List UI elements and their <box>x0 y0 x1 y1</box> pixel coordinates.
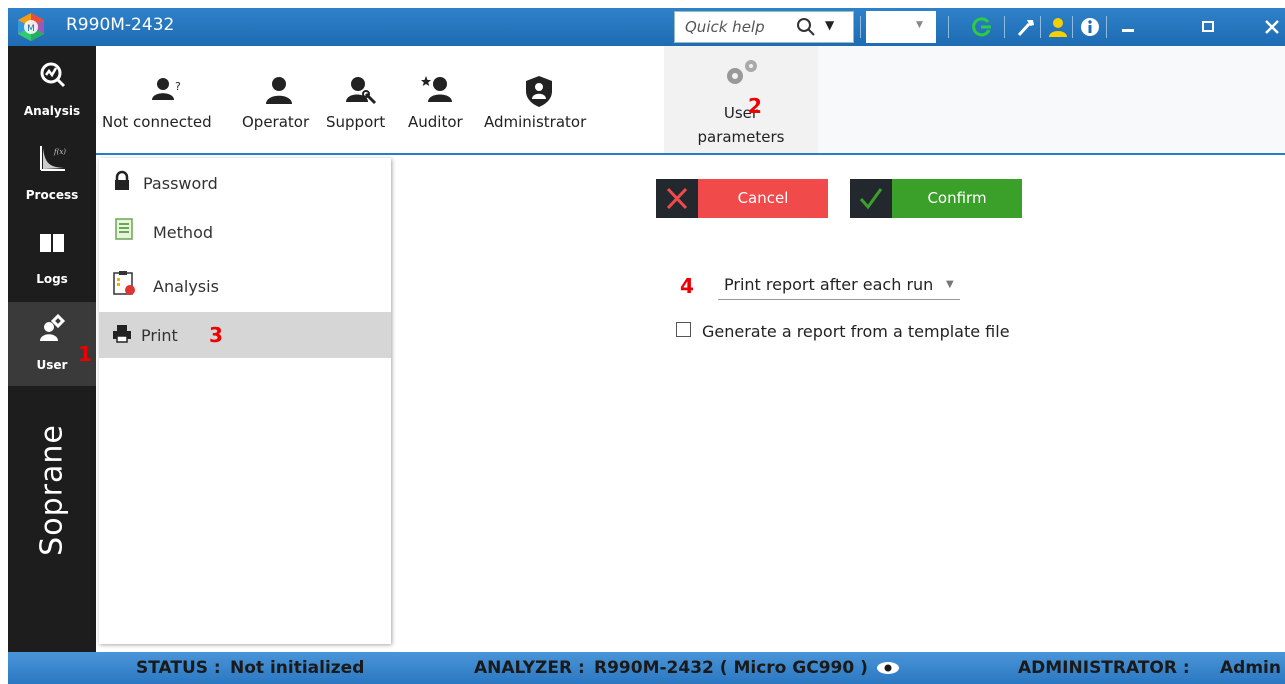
cancel-button[interactable]: Cancel <box>656 179 828 218</box>
window-title: R990M-2432 <box>66 15 175 35</box>
user-icon[interactable] <box>1046 15 1070 39</box>
nav-label: Process <box>25 188 79 202</box>
administrator-value: Admin <box>1220 658 1281 678</box>
print-mode-value: Print report after each run <box>724 275 934 294</box>
analyzer-value: R990M-2432 ( Micro GC990 ) <box>594 658 868 678</box>
nav-label: Analysis <box>23 104 81 118</box>
toolbar-combo[interactable]: ▼ <box>866 11 936 43</box>
lock-icon <box>115 170 129 190</box>
user-wrench-icon <box>346 77 377 105</box>
settings-sidelist: Password Method Analysis Print 3 <box>99 158 391 644</box>
svg-text:?: ? <box>175 80 181 93</box>
ribbon-operator[interactable]: Operator <box>240 46 318 153</box>
user-icon <box>266 77 292 104</box>
confirm-button[interactable]: Confirm <box>850 179 1022 218</box>
marker-4: 4 <box>680 274 694 298</box>
eye-icon[interactable] <box>876 661 900 675</box>
ribbon-not-connected[interactable]: ? Not connected <box>102 46 230 153</box>
chevron-down-icon[interactable]: ▼ <box>825 18 834 32</box>
user-question-icon: ? <box>152 78 181 100</box>
sidelist-label: Analysis <box>153 277 219 296</box>
marker-1: 1 <box>78 342 92 366</box>
svg-text:M: M <box>27 24 35 34</box>
status-bar: STATUS : Not initialized ANALYZER : R990… <box>8 652 1285 684</box>
sidelist-item-method[interactable]: Method <box>99 210 391 256</box>
ribbon-support[interactable]: Support <box>324 46 400 153</box>
separator <box>1004 16 1005 38</box>
ribbon-label: Auditor <box>408 113 463 131</box>
svg-text:f(x): f(x) <box>53 148 66 156</box>
nav-item-analysis[interactable]: Analysis <box>8 48 96 132</box>
marker-3: 3 <box>209 323 223 347</box>
separator <box>1106 16 1107 38</box>
printer-icon <box>113 325 131 343</box>
checkmark-icon <box>859 188 883 210</box>
administrator-label: ADMINISTRATOR : <box>1018 658 1190 678</box>
template-checkbox[interactable] <box>676 322 691 337</box>
nav-item-process[interactable]: f(x) Process <box>8 132 96 216</box>
brand-panel: Soprane <box>8 380 96 600</box>
brand-logo-text: Soprane <box>34 424 70 556</box>
template-checkbox-label: Generate a report from a template file <box>702 322 1010 341</box>
status-label: STATUS : <box>136 658 221 678</box>
marker-2: 2 <box>748 94 762 118</box>
ribbon-label: Administrator <box>484 113 587 131</box>
sidelist-label: Password <box>143 174 218 193</box>
close-icon[interactable] <box>1260 15 1284 39</box>
minimize-icon[interactable] <box>1116 15 1140 39</box>
app-logo-icon: M <box>18 13 44 41</box>
sidelist-label: Print <box>141 326 178 345</box>
quick-help-search[interactable]: Quick help ▼ <box>674 11 854 43</box>
shield-user-icon <box>526 76 552 107</box>
clipboard-chart-icon <box>113 271 135 295</box>
confirm-icon-box <box>850 179 892 218</box>
tools-icon[interactable] <box>1014 15 1038 39</box>
confirm-label: Confirm <box>927 189 987 207</box>
separator <box>948 16 949 38</box>
ribbon-administrator[interactable]: Administrator <box>482 46 598 153</box>
separator <box>860 16 861 38</box>
cancel-icon-box <box>656 179 698 218</box>
connect-icon[interactable] <box>970 15 994 39</box>
close-icon <box>666 187 688 210</box>
chevron-down-icon: ▼ <box>946 279 954 290</box>
ribbon-auditor[interactable]: Auditor <box>406 46 470 153</box>
search-icon[interactable] <box>795 16 817 38</box>
quick-help-placeholder: Quick help <box>685 18 765 36</box>
ribbon: ? Not connected Operator Support Auditor <box>96 46 1285 155</box>
cancel-label: Cancel <box>737 189 789 207</box>
ribbon-user-parameters[interactable]: User parameters 2 <box>664 46 818 153</box>
ribbon-empty-area <box>818 46 1285 153</box>
function-curve-icon: f(x) <box>40 146 66 171</box>
status-value: Not initialized <box>230 658 365 678</box>
analysis-icon <box>40 62 66 88</box>
user-parameters-label-line1: User <box>723 104 759 122</box>
separator <box>1072 16 1073 38</box>
ribbon-label: Support <box>326 113 386 131</box>
chevron-down-icon: ▼ <box>916 20 923 30</box>
print-mode-dropdown[interactable]: Print report after each run ▼ <box>718 271 960 300</box>
ribbon-label: Not connected <box>102 113 212 131</box>
analyzer-label: ANALYZER : <box>474 658 585 678</box>
ribbon-label: Operator <box>242 113 310 131</box>
info-icon[interactable] <box>1078 15 1102 39</box>
book-icon <box>40 233 64 253</box>
window-top-edge <box>0 0 1285 8</box>
sidelist-item-analysis[interactable]: Analysis <box>99 264 391 310</box>
users-icon <box>40 314 66 341</box>
sidelist-item-password[interactable]: Password <box>99 160 391 206</box>
sidelist-label: Method <box>153 223 214 242</box>
separator <box>1040 16 1041 38</box>
user-parameters-label-line2: parameters <box>697 128 785 146</box>
method-doc-icon <box>115 218 133 240</box>
sidelist-item-print[interactable]: Print 3 <box>99 312 391 358</box>
nav-label: Logs <box>36 272 68 286</box>
title-bar: M R990M-2432 Quick help ▼ ▼ <box>8 8 1285 46</box>
maximize-icon[interactable] <box>1196 15 1220 39</box>
nav-item-logs[interactable]: Logs <box>8 216 96 300</box>
gears-icon <box>727 60 757 84</box>
user-star-icon <box>421 76 452 102</box>
